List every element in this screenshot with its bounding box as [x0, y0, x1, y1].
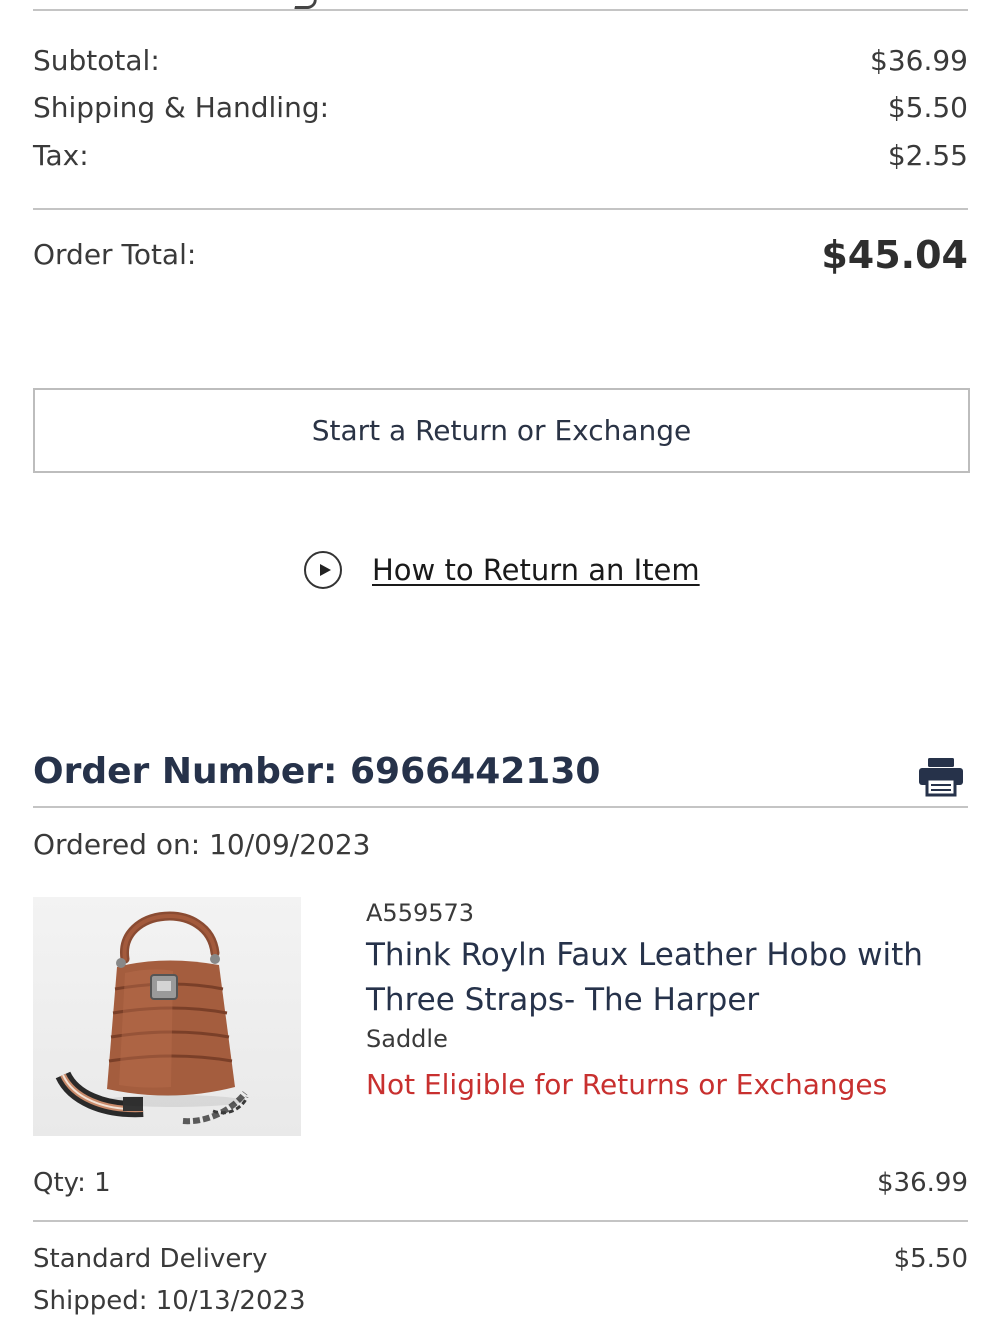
shipping-value: $5.50 [887, 91, 968, 124]
subtotal-value: $36.99 [870, 44, 968, 77]
start-return-button[interactable]: Start a Return or Exchange [33, 388, 970, 473]
subtotal-label: Subtotal: [33, 44, 160, 77]
product-image[interactable] [33, 897, 301, 1136]
tax-value: $2.55 [887, 139, 968, 172]
play-icon[interactable] [304, 551, 342, 589]
divider [33, 9, 968, 11]
return-eligibility-status: Not Eligible for Returns or Exchanges [366, 1068, 888, 1101]
order-total-label: Order Total: [33, 238, 197, 271]
cut-off-heading-fragment [294, 0, 319, 9]
delivery-price: $5.50 [893, 1244, 968, 1274]
divider [33, 208, 968, 210]
divider [33, 1220, 968, 1222]
divider [33, 806, 968, 808]
tax-label: Tax: [33, 139, 89, 172]
product-title[interactable]: Think Royln Faux Leather Hobo with Three… [366, 933, 966, 1023]
start-return-button-label: Start a Return or Exchange [311, 414, 692, 447]
order-number-heading: Order Number: 6966442130 [33, 751, 601, 792]
product-sku: A559573 [366, 899, 475, 927]
item-price: $36.99 [877, 1168, 968, 1198]
delivery-method: Standard Delivery [33, 1244, 268, 1274]
printer-icon[interactable] [918, 757, 964, 797]
item-quantity: Qty: 1 [33, 1168, 111, 1198]
how-to-return-label[interactable]: How to Return an Item [372, 553, 700, 587]
order-total-value: $45.04 [821, 233, 968, 277]
shipping-label: Shipping & Handling: [33, 91, 330, 124]
shipped-date: Shipped: 10/13/2023 [33, 1286, 306, 1316]
product-variant: Saddle [366, 1025, 448, 1053]
how-to-return-link[interactable]: How to Return an Item [304, 548, 700, 592]
ordered-on-date: Ordered on: 10/09/2023 [33, 828, 371, 861]
